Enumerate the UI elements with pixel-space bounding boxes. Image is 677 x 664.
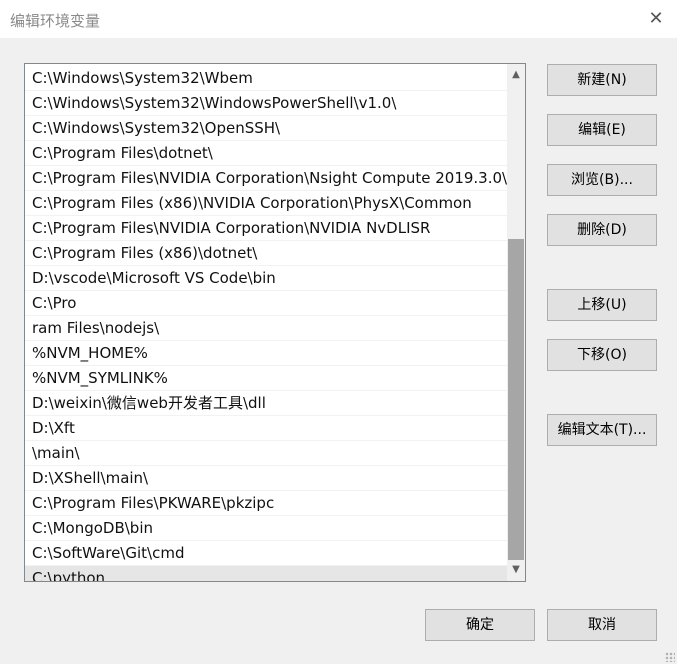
vertical-scrollbar[interactable]: ▲ ▼ bbox=[507, 64, 525, 581]
move-up-button[interactable]: 上移(U) bbox=[547, 289, 657, 321]
path-list-item[interactable]: C:\Program Files\NVIDIA Corporation\Nsig… bbox=[25, 166, 508, 191]
path-list-item[interactable]: C:\Program Files (x86)\dotnet\ bbox=[25, 241, 508, 266]
resize-grip-icon[interactable] bbox=[665, 652, 675, 662]
path-list-item[interactable]: %NVM_HOME% bbox=[25, 341, 508, 366]
scroll-up-icon[interactable]: ▲ bbox=[507, 66, 525, 84]
ok-button[interactable]: 确定 bbox=[425, 609, 535, 641]
delete-button[interactable]: 删除(D) bbox=[547, 214, 657, 246]
path-list-item[interactable]: C:\Windows\System32\OpenSSH\ bbox=[25, 116, 508, 141]
window-title: 编辑环境变量 bbox=[10, 12, 101, 30]
path-list-item[interactable]: C:\python bbox=[25, 566, 508, 581]
path-list-item[interactable]: D:\vscode\Microsoft VS Code\bin bbox=[25, 266, 508, 291]
path-list-item[interactable]: ram Files\nodejs\ bbox=[25, 316, 508, 341]
path-list-item[interactable]: C:\Program Files\PKWARE\pkzipc bbox=[25, 491, 508, 516]
path-list-item[interactable]: C:\Pro bbox=[25, 291, 508, 316]
path-list-item[interactable]: %NVM_SYMLINK% bbox=[25, 366, 508, 391]
path-list-item[interactable]: C:\Program Files\NVIDIA Corporation\NVID… bbox=[25, 216, 508, 241]
path-list-item[interactable]: C:\Program Files\dotnet\ bbox=[25, 141, 508, 166]
browse-button[interactable]: 浏览(B)... bbox=[547, 164, 657, 196]
new-button[interactable]: 新建(N) bbox=[547, 64, 657, 96]
path-list-item[interactable]: C:\Program Files (x86)\NVIDIA Corporatio… bbox=[25, 191, 508, 216]
scroll-down-icon[interactable]: ▼ bbox=[507, 561, 525, 579]
path-list-item[interactable]: C:\MongoDB\bin bbox=[25, 516, 508, 541]
path-list-item[interactable]: D:\weixin\微信web开发者工具\dll bbox=[25, 391, 508, 416]
path-list-item[interactable]: D:\XShell\main\ bbox=[25, 466, 508, 491]
move-down-button[interactable]: 下移(O) bbox=[547, 339, 657, 371]
edit-button[interactable]: 编辑(E) bbox=[547, 114, 657, 146]
path-list-item[interactable]: \main\ bbox=[25, 441, 508, 466]
scrollbar-thumb[interactable] bbox=[508, 239, 524, 560]
path-list[interactable]: C:\Windows\System32\Wbem C:\Windows\Syste… bbox=[24, 63, 526, 582]
cancel-button[interactable]: 取消 bbox=[547, 609, 657, 641]
path-list-item[interactable]: C:\Windows\System32\WindowsPowerShell\v1… bbox=[25, 91, 508, 116]
edit-text-button[interactable]: 编辑文本(T)... bbox=[547, 414, 657, 446]
title-bar: 编辑环境变量 ✕ bbox=[0, 0, 677, 38]
path-list-rows: C:\Windows\System32\Wbem C:\Windows\Syste… bbox=[25, 66, 508, 581]
path-list-item[interactable]: D:\Xft bbox=[25, 416, 508, 441]
path-list-item[interactable]: C:\SoftWare\Git\cmd bbox=[25, 541, 508, 566]
path-list-item[interactable]: C:\Windows\System32\Wbem bbox=[25, 66, 508, 91]
close-icon[interactable]: ✕ bbox=[645, 8, 667, 30]
